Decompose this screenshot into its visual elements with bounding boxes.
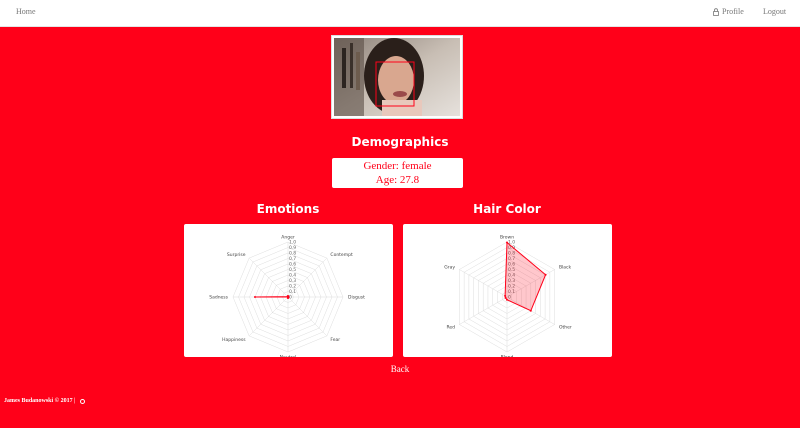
hair-color-chart-card: 1.0 0.9 0.8 0.7 0.6 0.5 0.4 0.3 0.2 0.1 0 Brown Blac… xyxy=(403,224,612,361)
category-label: Happiness xyxy=(222,337,246,343)
data-point xyxy=(504,296,507,299)
category-label: Other xyxy=(559,325,572,331)
category-label: Neutral xyxy=(280,355,297,358)
emotions-radar-chart: 1.00.90.80.70.60.50.40.30.20.10AngerCont… xyxy=(209,235,365,361)
age-value: Age: 27.8 xyxy=(375,174,420,186)
data-point xyxy=(529,309,532,312)
tick-label: 0.8 xyxy=(289,251,296,257)
nav-profile-link[interactable]: Profile xyxy=(713,7,744,16)
back-link[interactable]: Back xyxy=(380,364,420,374)
category-label: Contempt xyxy=(330,252,353,258)
tick-label: 0.2 xyxy=(289,284,296,290)
footer-text: James Budanowski © 2017 | xyxy=(4,398,76,404)
gender-value: Gender: female xyxy=(363,160,432,172)
github-icon[interactable] xyxy=(80,398,86,404)
category-label: Disgust xyxy=(348,295,365,301)
data-point xyxy=(286,295,289,298)
tick-label: 0.6 xyxy=(289,262,296,268)
hair-color-radar-chart: 1.00.90.80.70.60.50.40.30.20.10BrownBlac… xyxy=(444,235,572,361)
data-point xyxy=(544,273,547,276)
tick-label: 0.4 xyxy=(289,273,296,279)
lock-icon xyxy=(713,7,719,16)
nav-logout-link[interactable]: Logout xyxy=(763,7,786,16)
category-label: Sadness xyxy=(209,295,228,301)
tick-label: 0.5 xyxy=(289,267,296,273)
category-label: Brown xyxy=(500,235,514,241)
hair-color-title: Hair Color xyxy=(473,202,541,216)
data-point xyxy=(254,296,256,298)
demographics-title: Demographics xyxy=(351,135,449,149)
category-label: Fear xyxy=(330,337,340,343)
category-label: Red xyxy=(446,325,455,331)
category-label: Surprise xyxy=(227,252,246,258)
category-label: Black xyxy=(559,265,572,271)
tick-label: 0.7 xyxy=(289,256,296,262)
tick-label: 0 xyxy=(289,295,292,301)
tick-label: 0.1 xyxy=(289,289,296,295)
navbar: Home Profile Logout xyxy=(0,0,800,27)
tick-label: 0.9 xyxy=(289,245,296,251)
nav-home-link[interactable]: Home xyxy=(16,7,36,16)
tick-label: 0.3 xyxy=(289,278,296,284)
nav-profile-label: Profile xyxy=(722,7,744,16)
emotions-chart-card: 1.0 0.9 0.8 0.7 0.6 0.5 0.4 0.3 0.2 0.1 0 Anger Cont… xyxy=(184,224,393,361)
demographics-box: Gender: female Age: 27.8 xyxy=(332,158,463,188)
data-point xyxy=(504,294,507,297)
footer: James Budanowski © 2017 | xyxy=(4,398,86,404)
category-label: Gray xyxy=(444,265,455,271)
face-photo xyxy=(331,35,463,119)
category-label: Blond xyxy=(501,355,514,358)
category-label: Anger xyxy=(281,235,295,241)
data-point xyxy=(506,241,508,244)
data-point xyxy=(506,298,508,301)
emotions-title: Emotions xyxy=(256,202,320,216)
